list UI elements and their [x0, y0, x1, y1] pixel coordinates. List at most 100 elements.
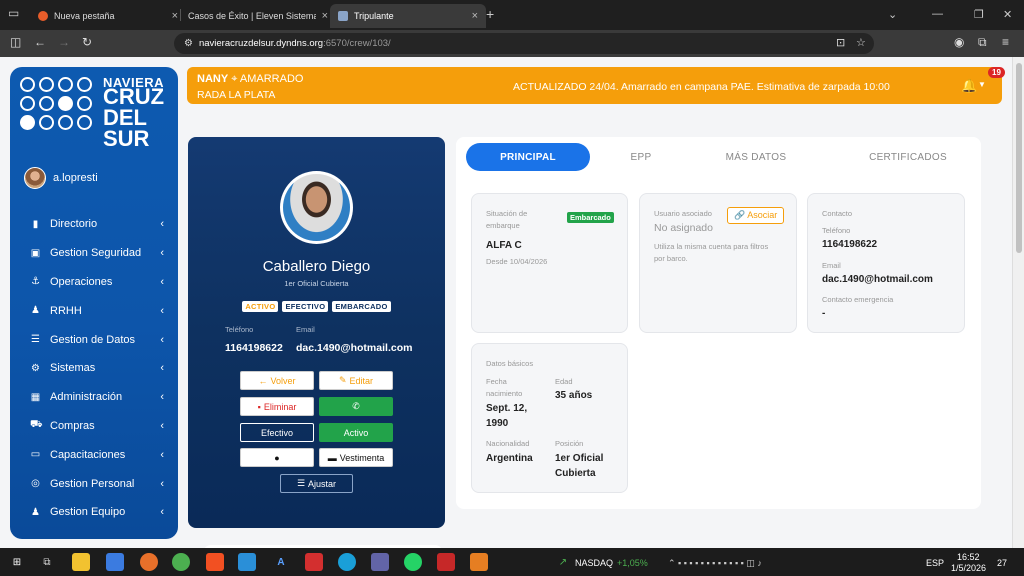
file-explorer-icon[interactable]	[72, 553, 90, 571]
edit-button[interactable]: ✎ Editar	[319, 371, 393, 390]
pdf-icon[interactable]	[437, 553, 455, 571]
windows-start-icon[interactable]: ⊞	[8, 553, 26, 571]
forward-icon[interactable]: →	[58, 35, 70, 49]
sidebar-item-capacitaciones[interactable]: ▭ Capacitaciones ‹	[10, 440, 178, 469]
caret-down-icon[interactable]: ▼	[978, 80, 986, 89]
close-icon[interactable]: ×	[322, 10, 328, 22]
tab-mas-datos[interactable]: MÁS DATOS	[706, 143, 806, 171]
tray-icons[interactable]: ⌃ ▪ ▪ ▪ ▪ ▪ ▪ ▪ ▪ ▪ ▪ ▪ ▪ ◫ ♪	[668, 558, 762, 569]
browser-tab[interactable]: Casos de Éxito | Eleven Sistemas ×	[180, 4, 336, 28]
clock-date[interactable]: 1/5/2026	[951, 563, 986, 573]
tab-epp[interactable]: EPP	[606, 143, 676, 171]
profile-icon[interactable]: ◉	[954, 35, 964, 49]
language-indicator[interactable]: ESP	[926, 558, 944, 568]
sidebar-nav: ▮ Directorio ‹ ▣ Gestion Seguridad ‹ ⚓ Operac…	[10, 210, 178, 527]
chevron-down-icon[interactable]: ⌄	[888, 8, 897, 21]
back-button[interactable]: ← Volver	[240, 371, 314, 390]
clock-time[interactable]: 16:52	[957, 552, 980, 562]
chevron-left-icon: ‹	[160, 477, 164, 490]
user-value: No asignado	[654, 222, 713, 234]
anchor-icon: ⚓	[31, 276, 40, 288]
tab-title: Tripulante	[354, 11, 394, 21]
minimize-icon[interactable]: —	[932, 8, 943, 20]
tab-certificados[interactable]: CERTIFICADOS	[846, 143, 970, 171]
sidebar-item-sistemas[interactable]: ⚙ Sistemas ‹	[10, 354, 178, 383]
task-view-icon[interactable]: ⧉	[38, 553, 56, 571]
close-window-icon[interactable]: ✕	[1003, 8, 1012, 21]
associate-button[interactable]: 🔗 Asociar	[727, 207, 785, 224]
user-menu[interactable]: a.lopresti	[24, 167, 98, 189]
sidebar-item-compras[interactable]: ⛟ Compras ‹	[10, 412, 178, 441]
tab-title: Nueva pestaña	[54, 11, 115, 21]
emergency-label: Contacto emergencia	[822, 295, 894, 304]
close-icon[interactable]: ×	[472, 10, 478, 22]
notification-count[interactable]: 27	[997, 558, 1007, 568]
birth-label: Fecha nacimiento	[486, 377, 523, 398]
url-host: navieracruzdelsur.dyndns.org	[198, 38, 324, 49]
browser-tab[interactable]: Nueva pestaña ×	[30, 4, 186, 28]
banner-vessel: NANY ⌖ AMARRADO	[197, 73, 304, 85]
address-bar[interactable]: ⚙ navieracruzdelsur.dyndns.org:6570/crew…	[174, 33, 874, 54]
age-value: 35 años	[555, 390, 593, 401]
sidebar-item-operaciones[interactable]: ⚓ Operaciones ‹	[10, 268, 178, 297]
history-button[interactable]: ●	[240, 448, 314, 467]
chevron-left-icon: ‹	[160, 419, 164, 432]
sidebar-item-rrhh[interactable]: ♟ RRHH ‹	[10, 296, 178, 325]
sidebar-item-gestion-equipo[interactable]: ♟ Gestion Equipo ‹	[10, 498, 178, 527]
tab-principal[interactable]: PRINCIPAL	[466, 143, 590, 171]
type-button[interactable]: Efectivo	[240, 423, 314, 442]
edge-icon[interactable]	[338, 553, 356, 571]
status-button[interactable]: Activo	[319, 423, 393, 442]
app-icon[interactable]: A	[272, 553, 290, 571]
extensions-icon[interactable]: ⧉	[978, 35, 987, 50]
scrollbar-thumb[interactable]	[1016, 63, 1022, 253]
acrobat-icon[interactable]	[305, 553, 323, 571]
download-icon[interactable]: ⊡	[836, 36, 845, 49]
bell-icon[interactable]: 🔔	[961, 78, 977, 94]
profile-card: Caballero Diego 1er Oficial Cubierta ACT…	[188, 137, 445, 528]
building-icon: ▦	[30, 391, 41, 403]
clothing-button[interactable]: ▬ Vestimenta	[319, 448, 393, 467]
store-icon[interactable]	[106, 553, 124, 571]
new-tab-icon[interactable]: +	[486, 6, 494, 22]
brave-icon[interactable]	[206, 553, 224, 571]
page-icon	[338, 11, 348, 21]
chevron-left-icon: ‹	[160, 506, 164, 519]
phone-value: 1164198622	[225, 342, 283, 354]
browser-toolbar: ◫ ← → ↻ ⚙ navieracruzdelsur.dyndns.org:6…	[0, 30, 1024, 57]
xampp-icon[interactable]	[470, 553, 488, 571]
crew-name: Caballero Diego	[262, 258, 371, 275]
teams-icon[interactable]	[371, 553, 389, 571]
user-card: Usuario asociado 🔗 Asociar No asignado U…	[639, 193, 797, 333]
sidebar-item-gestion-personal[interactable]: ◎ Gestion Personal ‹	[10, 469, 178, 498]
reload-icon[interactable]: ↻	[82, 35, 92, 49]
sidebar-icon[interactable]: ◫	[10, 35, 21, 49]
chevron-left-icon: ‹	[160, 218, 164, 231]
taskbar: ⊞ ⧉ A ↗ NASDAQ +1,05% ⌃ ▪ ▪ ▪ ▪ ▪ ▪ ▪ ▪ …	[0, 548, 1024, 576]
whatsapp-button[interactable]: ✆	[319, 397, 393, 416]
sidebar-item-directorio[interactable]: ▮ Directorio ‹	[10, 210, 178, 239]
site-info-icon[interactable]: ⚙	[184, 38, 193, 49]
restore-icon[interactable]: ❐	[974, 8, 984, 21]
chrome-icon[interactable]	[172, 553, 190, 571]
star-icon[interactable]: ☆	[856, 36, 866, 49]
browser-tab-active[interactable]: Tripulante ×	[330, 4, 486, 28]
delete-button[interactable]: ▪ Eliminar	[240, 397, 314, 416]
sidebar-item-gestion-seguridad[interactable]: ▣ Gestion Seguridad ‹	[10, 239, 178, 268]
sidebar-item-administracion[interactable]: ▦ Administración ‹	[10, 383, 178, 412]
back-icon[interactable]: ←	[34, 35, 46, 49]
phone-value: 1164198622	[822, 239, 878, 250]
mail-icon[interactable]	[238, 553, 256, 571]
close-icon[interactable]: ×	[172, 10, 178, 22]
chevron-left-icon: ‹	[160, 448, 164, 461]
page-scrollbar[interactable]	[1012, 57, 1024, 548]
card-label: Datos básicos	[486, 359, 534, 368]
chevron-left-icon: ‹	[160, 362, 164, 375]
sidebar-item-gestion-datos[interactable]: ☰ Gestion de Datos ‹	[10, 325, 178, 354]
adjust-button[interactable]: ☰ Ajustar	[280, 474, 353, 493]
tab-actions-icon[interactable]: ▭	[8, 6, 19, 20]
vessel-name: ALFA C	[486, 240, 522, 251]
menu-icon[interactable]: ≡	[1002, 35, 1009, 49]
firefox-icon[interactable]	[140, 553, 158, 571]
whatsapp-icon[interactable]	[404, 553, 422, 571]
